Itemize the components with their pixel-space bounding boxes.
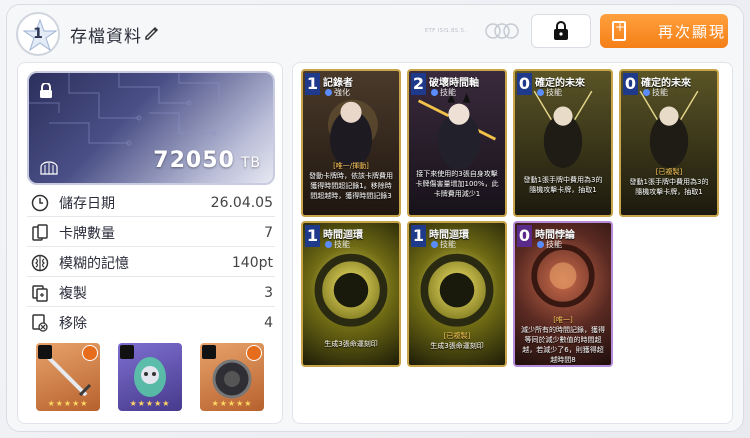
card-cost: 1 xyxy=(305,73,320,95)
relic-type-tag xyxy=(120,345,134,359)
remove-icon xyxy=(32,314,48,332)
stat-label: 模糊的記憶 xyxy=(59,255,129,272)
data-card: 72050 TB xyxy=(27,71,275,185)
stat-row-copy: 複製 3 xyxy=(27,279,275,307)
card-type: 技能 xyxy=(537,239,562,250)
stat-row-card-count: 卡牌數量 7 xyxy=(27,219,275,247)
edit-icon[interactable] xyxy=(144,24,160,40)
relic-sword[interactable]: ★★★★★ xyxy=(36,343,100,411)
card-type: 技能 xyxy=(431,87,456,98)
card-description: 接下來使用的3張自身攻擊卡牌傷害量增加100%，此卡牌費用減少1 xyxy=(415,170,499,198)
cage-icon xyxy=(40,161,58,175)
relic-gear[interactable]: ★★★★★ xyxy=(200,343,264,411)
watermark-text: ETF ISIS.BS.S. xyxy=(425,28,467,34)
lock-button[interactable] xyxy=(531,14,591,48)
brain-icon xyxy=(31,254,49,271)
card-time-paradox[interactable]: 0 時間悖論 技能 [唯一] 減少所有的時間記錄，獲得等同於減少數值的時間超越，若… xyxy=(513,221,613,367)
card-description: 發動1張手牌中費用為3的隨機攻擊卡牌，抽取1 xyxy=(523,176,603,194)
lock-icon xyxy=(554,21,568,40)
data-amount: 72050 xyxy=(153,148,235,173)
stat-value: 3 xyxy=(264,284,273,301)
relic-type-tag xyxy=(202,345,216,359)
card-recorder[interactable]: 1 記錄者 強化 [唯一/揮動] 發動卡牌時，依該卡牌費用獲得時間超記錄1。移除時… xyxy=(301,69,401,217)
card-time-loop-copy[interactable]: 1 時間迴環 技能 [已複製] 生成3張命運刻印 xyxy=(407,221,507,367)
data-unit: TB xyxy=(240,155,261,171)
copy-icon xyxy=(32,284,48,302)
card-description: [已複製] 發動1張手牌中費用為3的隨機攻擊卡牌，抽取1 xyxy=(629,168,709,196)
card-certain-future[interactable]: 0 確定的未來 技能 發動1張手牌中費用為3的隨機攻擊卡牌，抽取1 xyxy=(513,69,613,217)
card-cost: 0 xyxy=(623,73,638,95)
level-number: 1 xyxy=(33,26,43,42)
stat-value: 26.04.05 xyxy=(210,194,273,211)
page-title: 存檔資料 xyxy=(70,27,142,47)
card-description: [唯一/揮動] 發動卡牌時，依該卡牌費用獲得時間超記錄1。移除時間超越時，獲得時間… xyxy=(309,162,393,200)
stat-value: 140pt xyxy=(231,254,273,271)
stat-label: 儲存日期 xyxy=(59,195,115,212)
stat-label: 卡牌數量 xyxy=(59,225,115,242)
relic-stars: ★★★★★ xyxy=(47,399,89,408)
card-plus-icon xyxy=(612,20,626,41)
clock-icon xyxy=(31,194,49,211)
card-certain-future-copy[interactable]: 0 確定的未來 技能 [已複製] 發動1張手牌中費用為3的隨機攻擊卡牌，抽取1 xyxy=(619,69,719,217)
relic-rarity-tag xyxy=(82,345,98,361)
relic-stars: ★★★★★ xyxy=(129,399,171,408)
stat-row-remove: 移除 4 xyxy=(27,309,275,337)
card-cost: 0 xyxy=(517,73,532,95)
relic-type-tag xyxy=(38,345,52,359)
replay-button[interactable]: 再次顯現 xyxy=(600,14,728,48)
card-description: 生成3張命運刻印 xyxy=(324,340,378,348)
stat-value: 4 xyxy=(264,315,273,331)
card-type: 強化 xyxy=(325,87,350,98)
card-type: 技能 xyxy=(431,239,456,250)
relic-stars: ★★★★★ xyxy=(211,399,253,408)
stat-label: 複製 xyxy=(59,285,87,302)
card-description: [已複製] 生成3張命運刻印 xyxy=(430,332,484,350)
locked-icon xyxy=(40,83,52,98)
rings-icon xyxy=(485,23,519,39)
replay-label: 再次顯現 xyxy=(658,22,727,41)
summary-panel: 72050 TB 儲存日期 26.04.05 卡牌數量 7 模糊的記憶 140pt… xyxy=(17,62,283,424)
card-cost: 2 xyxy=(411,73,426,95)
card-time-loop[interactable]: 1 時間迴環 技能 生成3張命運刻印 xyxy=(301,221,401,367)
level-badge: 1 xyxy=(16,12,60,56)
card-deck-panel: 1 記錄者 強化 [唯一/揮動] 發動卡牌時，依該卡牌費用獲得時間超記錄1。移除時… xyxy=(292,62,733,424)
card-break-timeline[interactable]: 2 破壞時間軸 技能 接下來使用的3張自身攻擊卡牌傷害量增加100%，此卡牌費用… xyxy=(407,69,507,217)
stat-label: 移除 xyxy=(59,316,87,332)
stat-row-vague-memory: 模糊的記憶 140pt xyxy=(27,249,275,277)
card-type: 技能 xyxy=(325,239,350,250)
stat-value: 7 xyxy=(264,224,273,241)
card-description: [唯一] 減少所有的時間記錄，獲得等同於減少數值的時間超越，若減少了6，則獲得超越… xyxy=(521,316,605,364)
stat-row-save-date: 儲存日期 26.04.05 xyxy=(27,189,275,217)
relic-rarity-tag xyxy=(246,345,262,361)
card-type: 技能 xyxy=(537,87,562,98)
card-cost: 1 xyxy=(411,225,426,247)
data-value: 72050 TB xyxy=(153,148,261,173)
card-cost: 1 xyxy=(305,225,320,247)
card-cost: 0 xyxy=(517,225,532,247)
card-type: 技能 xyxy=(643,87,668,98)
cards-icon xyxy=(32,223,48,241)
relic-spirit[interactable]: ★★★★★ xyxy=(118,343,182,411)
